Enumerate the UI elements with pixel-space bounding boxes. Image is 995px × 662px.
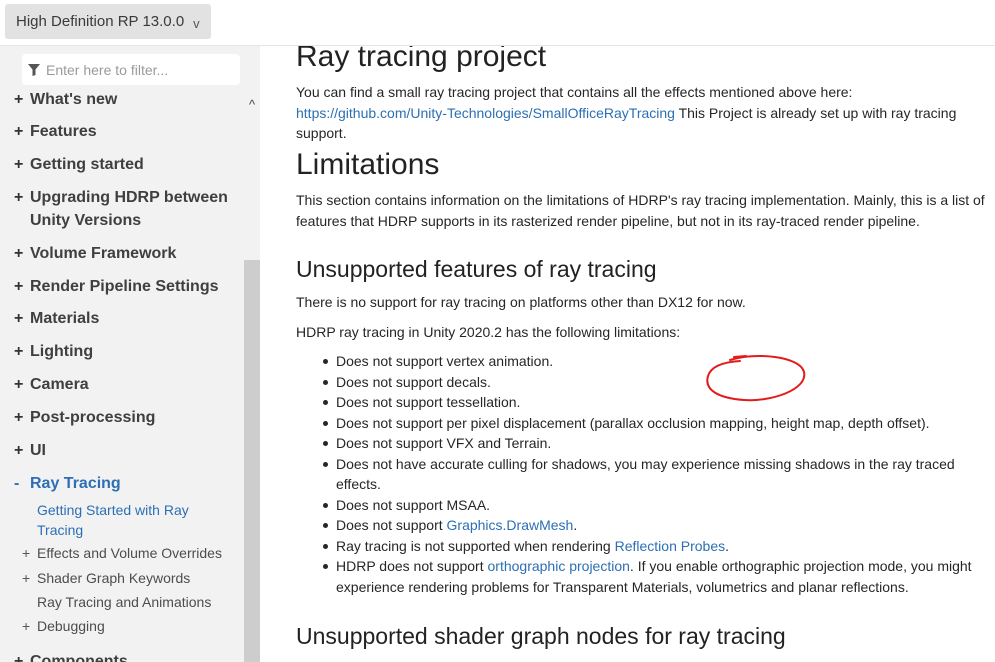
nav-item-whats-new[interactable]: + What's new	[14, 90, 240, 111]
dx12-paragraph: There is no support for ray tracing on p…	[296, 294, 746, 310]
sub-item-label: Ray Tracing and Animations	[37, 594, 212, 610]
project-paragraph: You can find a small ray tracing project…	[296, 82, 995, 144]
expand-icon: +	[14, 156, 24, 173]
nav-item-label: Materials	[30, 310, 100, 327]
nav-item-volume-framework[interactable]: + Volume Framework	[14, 242, 240, 265]
version-dropdown[interactable]: High Definition RP 13.0.0 v	[5, 4, 211, 39]
nav-item-components[interactable]: + Components	[14, 650, 240, 662]
nav-item-label: Getting started	[30, 156, 144, 173]
filter-icon	[28, 63, 40, 76]
list-item: Does not support Graphics.DrawMesh.	[296, 515, 995, 536]
list-item: Does not support MSAA.	[296, 495, 995, 516]
list-item-text-end: .	[573, 517, 578, 533]
nav-item-label: Components	[30, 653, 128, 662]
sub-item-ray-tracing-animations[interactable]: Ray Tracing and Animations	[22, 592, 236, 612]
top-bar: High Definition RP 13.0.0 v	[0, 0, 995, 46]
drawmesh-link[interactable]: Graphics.DrawMesh	[447, 517, 574, 533]
sub-item-effects-volume-overrides[interactable]: + Effects and Volume Overrides	[22, 543, 236, 563]
expand-icon: +	[14, 409, 24, 426]
heading-unsupported-features: Unsupported features of ray tracing	[296, 256, 657, 282]
list-item: Ray tracing is not supported when render…	[296, 536, 995, 557]
nav-item-label: Camera	[30, 376, 89, 393]
orthographic-projection-link[interactable]: orthographic projection	[488, 558, 630, 574]
sub-item-label: Debugging	[37, 618, 105, 634]
nav-item-ui[interactable]: + UI	[14, 439, 240, 462]
list-item: Does not support decals.	[296, 372, 995, 393]
expand-icon: +	[22, 570, 31, 586]
sub-item-label: Effects and Volume Overrides	[37, 545, 222, 561]
project-text: You can find a small ray tracing project…	[296, 84, 853, 100]
nav-item-label: UI	[30, 442, 46, 459]
expand-icon: +	[22, 618, 31, 634]
nav-item-materials[interactable]: + Materials	[14, 307, 240, 330]
list-item-text-end: .	[725, 537, 730, 554]
expand-icon: +	[22, 545, 31, 561]
version-label: High Definition RP 13.0.0	[16, 13, 185, 30]
nav-item-label: Volume Framework	[30, 245, 177, 262]
list-item-text: Does not support	[336, 517, 447, 533]
reflection-probes-link[interactable]: Reflection Probes	[615, 538, 726, 554]
nav-item-features[interactable]: + Features	[14, 120, 240, 143]
nav-item-label: Upgrading HDRP between Unity Versions	[30, 189, 228, 229]
list-item-text: HDRP does not support	[336, 558, 488, 574]
nav-item-label: Features	[30, 123, 97, 140]
expand-icon: +	[14, 189, 24, 206]
expand-icon: +	[14, 278, 24, 295]
expand-icon: +	[14, 91, 24, 108]
scrollbar-thumb[interactable]	[244, 260, 260, 662]
chevron-down-icon: v	[193, 15, 200, 31]
nav-item-lighting[interactable]: + Lighting	[14, 340, 240, 363]
nav-item-post-processing[interactable]: + Post-processing	[14, 406, 240, 429]
heading-ray-tracing-project: Ray tracing project	[296, 46, 547, 73]
main-content: Ray tracing project You can find a small…	[296, 46, 995, 662]
filter-box[interactable]	[22, 54, 240, 85]
sidebar-scrollbar[interactable]: ^	[244, 92, 260, 662]
expand-icon: +	[14, 123, 24, 140]
nav-item-label: Ray Tracing	[30, 475, 121, 492]
project-link[interactable]: https://github.com/Unity-Technologies/Sm…	[296, 105, 675, 121]
nav-item-getting-started[interactable]: + Getting started	[14, 153, 240, 176]
sub-item-label: Getting Started with Ray Tracing	[37, 502, 189, 538]
nav-item-label: Render Pipeline Settings	[30, 278, 219, 295]
sidebar: + What's new + Features + Getting started +…	[0, 46, 260, 662]
filter-input[interactable]	[46, 61, 226, 78]
nav-item-render-pipeline-settings[interactable]: + Render Pipeline Settings	[14, 275, 240, 298]
scroll-up-icon[interactable]: ^	[244, 98, 260, 114]
nav-item-label: Lighting	[30, 343, 94, 360]
expand-icon: +	[14, 245, 24, 262]
expand-icon: +	[14, 653, 24, 662]
expand-icon: +	[14, 442, 24, 459]
expand-icon: +	[14, 310, 24, 327]
list-item: Does not have accurate culling for shado…	[296, 454, 995, 495]
unity-version-paragraph: HDRP ray tracing in Unity 2020.2 has the…	[296, 324, 681, 340]
list-item: Does not support per pixel displacement …	[296, 413, 995, 434]
list-item: HDRP does not support orthographic proje…	[296, 556, 995, 597]
sub-item-getting-started-ray-tracing[interactable]: Getting Started with Ray Tracing	[22, 500, 236, 540]
limitations-paragraph: This section contains information on the…	[296, 192, 985, 229]
nav-item-upgrading[interactable]: + Upgrading HDRP between Unity Versions	[14, 186, 240, 232]
nav-item-ray-tracing[interactable]: - Ray Tracing	[14, 472, 240, 495]
limitations-list: Does not support vertex animation. Does …	[296, 351, 995, 597]
expand-icon: +	[14, 376, 24, 393]
sub-item-label: Shader Graph Keywords	[37, 570, 191, 586]
sub-item-shader-graph-keywords[interactable]: + Shader Graph Keywords	[22, 568, 236, 588]
nav-item-label: What's new	[30, 91, 118, 108]
heading-unsupported-shader-nodes: Unsupported shader graph nodes for ray t…	[296, 623, 786, 649]
collapse-icon: -	[14, 475, 20, 492]
list-item-text: Ray tracing is not supported when render…	[336, 537, 615, 554]
list-item: Does not support tessellation.	[296, 392, 995, 413]
list-item: Does not support vertex animation.	[296, 351, 995, 372]
nav-item-camera[interactable]: + Camera	[14, 373, 240, 396]
list-item: Does not support VFX and Terrain.	[296, 433, 995, 454]
nav-tree: + What's new + Features + Getting started +…	[0, 90, 244, 662]
expand-icon: +	[14, 343, 24, 360]
heading-limitations: Limitations	[296, 148, 440, 181]
sub-item-debugging[interactable]: + Debugging	[22, 616, 236, 636]
nav-item-label: Post-processing	[30, 409, 156, 426]
